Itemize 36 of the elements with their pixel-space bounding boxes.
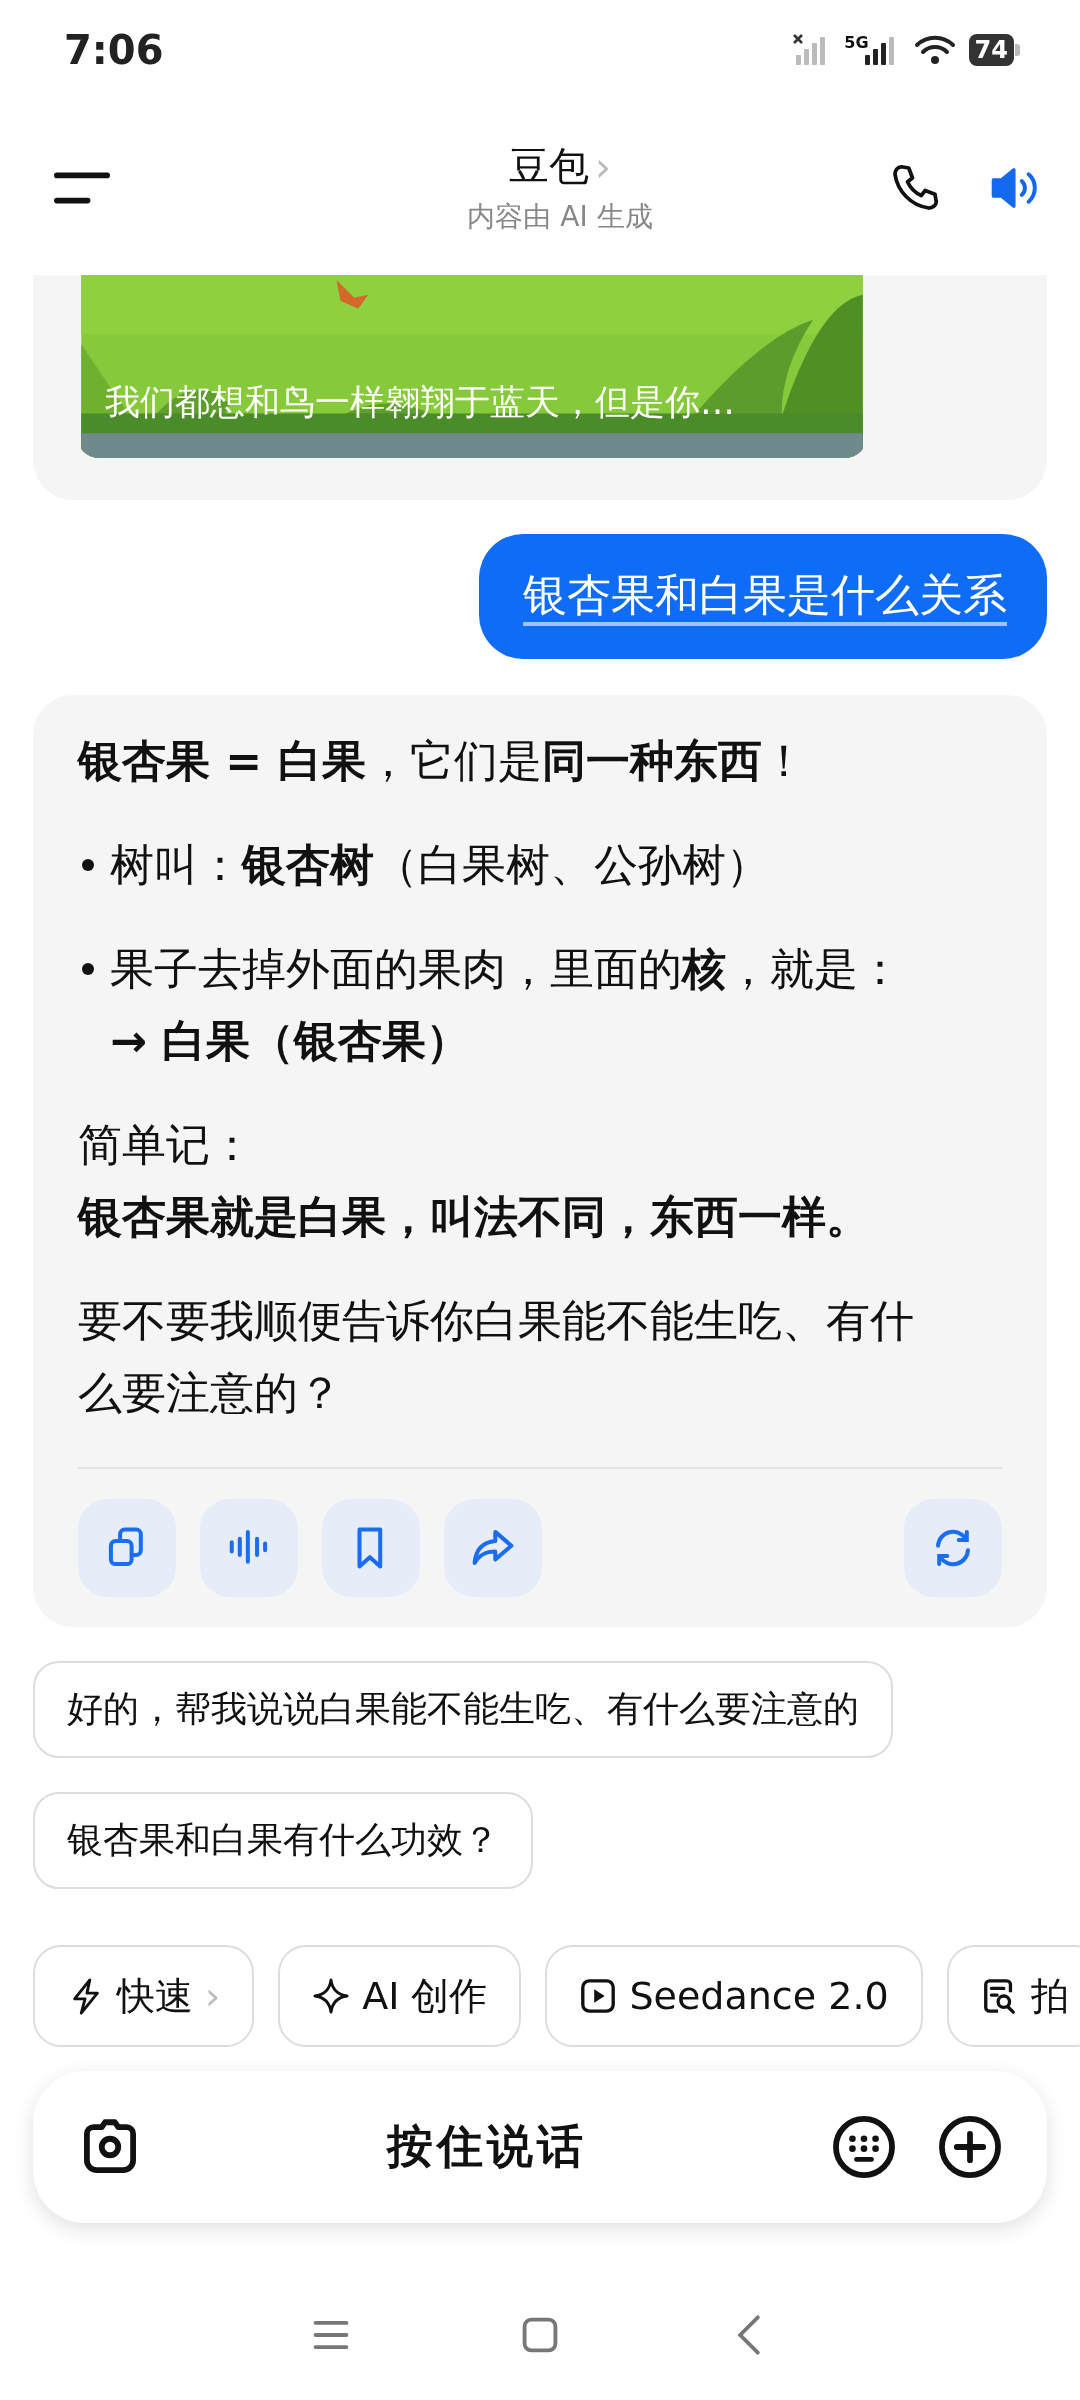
mode-chip[interactable]: 快速 ›	[33, 1945, 255, 2047]
suggestion-chip[interactable]: 好的，帮我说说白果能不能生吃、有什么要注意的	[33, 1661, 893, 1758]
action-button[interactable]	[200, 1499, 298, 1597]
phone-icon[interactable]	[890, 162, 940, 213]
answer-text: 要不要我顺便告诉你白果能不能生吃、有什么要注意的？	[78, 1294, 915, 1420]
title-text: 豆包	[509, 142, 589, 191]
menu-icon[interactable]	[54, 170, 110, 205]
action-button[interactable]	[444, 1499, 542, 1597]
network-label: 5G	[844, 33, 869, 52]
mode-chip[interactable]: AI 创作	[278, 1945, 522, 2047]
answer-text: 简单记： 银杏果就是白果，叫法不同，东西一样。	[78, 1118, 870, 1244]
answer-text: 果子去掉外面的果肉，里面的核，就是： → 白果（银杏果）	[110, 942, 902, 1068]
bullet-dot	[82, 963, 94, 975]
mode-chip[interactable]: Seedance 2.0	[545, 1945, 923, 2047]
play-icon	[579, 1977, 618, 2015]
user-message: 银杏果和白果是什么关系	[479, 534, 1047, 659]
sparkle-icon	[312, 1977, 351, 2015]
action-button[interactable]	[322, 1499, 420, 1597]
mode-chip[interactable]: 拍	[946, 1945, 1080, 2047]
battery-level: 74	[968, 34, 1014, 66]
suggestion-chip[interactable]: 银杏果和白果有什么功效？	[33, 1792, 533, 1889]
video-caption: 我们都想和鸟一样翱翔于蓝天，但是你…	[105, 381, 735, 424]
action-button[interactable]	[78, 1499, 176, 1597]
action-button[interactable]	[904, 1499, 1002, 1597]
clock-time: 7:06	[64, 27, 164, 73]
wifi-icon	[912, 33, 957, 67]
chevron-icon: ›	[205, 1974, 221, 2018]
battery-tip	[1015, 44, 1020, 56]
keyboard-icon[interactable]	[831, 2114, 897, 2180]
add-icon[interactable]	[937, 2114, 1003, 2180]
hold-to-talk-button[interactable]: 按住说话	[183, 2115, 791, 2179]
answer-text: 树叫：银杏树（白果树、公孙树）	[110, 838, 770, 892]
chevron-icon: ›	[595, 143, 611, 190]
bullet-dot	[82, 859, 94, 871]
subtitle: 内容由 AI 生成	[467, 199, 653, 235]
answer-text: 银杏果 = 白果，它们是同一种东西！	[78, 734, 806, 788]
